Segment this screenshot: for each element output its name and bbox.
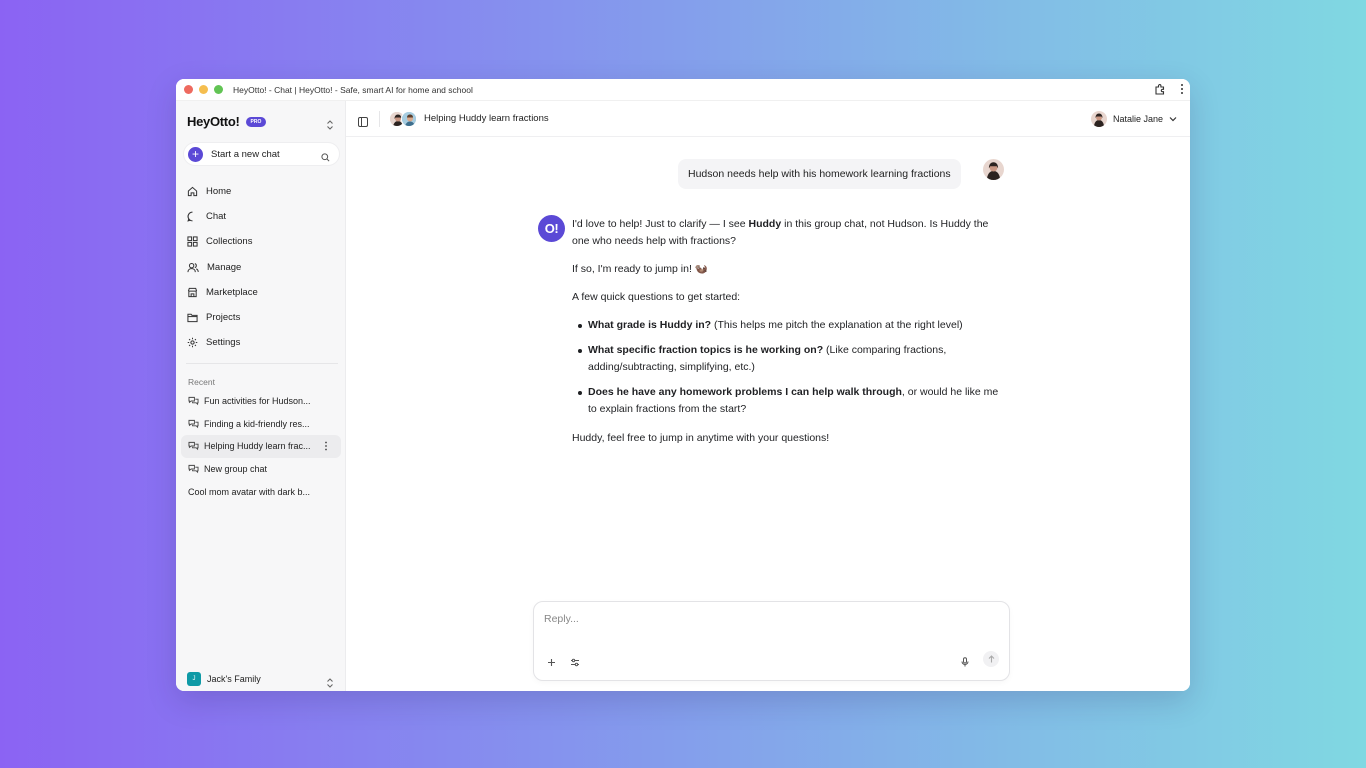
family-switcher[interactable]: J Jack's Family — [187, 672, 261, 686]
question-item: Does he have any homework problems I can… — [572, 384, 1007, 418]
question-item: What specific fraction topics is he work… — [572, 342, 1007, 376]
user-name: Natalie Jane — [1112, 114, 1163, 124]
browser-window: HeyOtto! - Chat | HeyOtto! - Safe, smart… — [176, 79, 1190, 691]
send-button[interactable] — [983, 651, 999, 667]
users-icon — [187, 262, 199, 272]
recent-heading: Recent — [188, 377, 215, 387]
chat-main: Helping Huddy learn fractions Natalie Ja… — [346, 101, 1190, 691]
group-chat-icon — [188, 397, 199, 406]
arrow-up-icon — [988, 655, 994, 663]
reply-input[interactable] — [544, 613, 984, 625]
recent-chat-label: Finding a kid-friendly res... — [204, 418, 310, 429]
nav-item-collections[interactable]: Collections — [187, 229, 258, 254]
close-window-button[interactable] — [184, 85, 193, 94]
recent-chats-list: Fun activities for Hudson... Finding a k… — [181, 390, 341, 503]
maximize-window-button[interactable] — [214, 85, 223, 94]
new-chat-label: Start a new chat — [211, 148, 280, 160]
group-chat-icon — [188, 419, 199, 429]
text-run: I'd love to help! Just to clarify — I se… — [572, 218, 749, 230]
workspace-switcher-icon[interactable] — [326, 117, 334, 135]
nav-label: Home — [206, 186, 232, 198]
user-avatar — [1090, 111, 1107, 127]
chat-header: Helping Huddy learn fractions Natalie Ja… — [346, 101, 1190, 137]
assistant-avatar: O! — [538, 215, 565, 242]
options-sliders-icon[interactable] — [570, 654, 580, 672]
browser-menu-icon[interactable] — [1180, 83, 1184, 95]
sidebar: HeyOtto! PRO + Start a new chat Home Cha… — [176, 101, 346, 691]
nav-item-chat[interactable]: Chat — [187, 204, 258, 229]
pro-badge: PRO — [245, 116, 267, 127]
header-divider — [379, 111, 380, 127]
store-icon — [187, 287, 198, 297]
chat-icon — [187, 211, 193, 222]
recent-chat-item[interactable]: Finding a kid-friendly res... — [181, 413, 341, 436]
nav-item-settings[interactable]: Settings — [187, 330, 258, 355]
assistant-paragraph: I'd love to help! Just to clarify — I se… — [572, 216, 1007, 250]
question-list: What grade is Huddy in? (This helps me p… — [572, 317, 1007, 418]
recent-chat-item-active[interactable]: Helping Huddy learn frac... — [181, 435, 341, 458]
group-chat-icon — [188, 442, 199, 451]
message-author-avatar — [983, 159, 1004, 180]
recent-chat-item[interactable]: New group chat — [181, 458, 341, 481]
chat-title: Helping Huddy learn fractions — [424, 113, 549, 124]
microphone-icon[interactable] — [961, 654, 969, 672]
family-switcher-icon[interactable] — [326, 675, 334, 691]
nav-item-home[interactable]: Home — [187, 179, 258, 204]
recent-chat-label: Cool mom avatar with dark b... — [188, 486, 311, 497]
user-message-text: Hudson needs help with his homework lear… — [688, 168, 951, 180]
attach-plus-icon[interactable] — [547, 654, 556, 672]
group-chat-icon — [188, 464, 199, 474]
new-chat-button[interactable]: + Start a new chat — [184, 143, 339, 165]
plus-icon: + — [188, 146, 203, 162]
minimize-window-button[interactable] — [199, 85, 208, 94]
question-bold: Does he have any homework problems I can… — [588, 386, 902, 398]
toggle-sidebar-icon[interactable] — [358, 114, 368, 132]
question-rest: (This helps me pitch the explanation at … — [711, 319, 963, 331]
window-title: HeyOtto! - Chat | HeyOtto! - Safe, smart… — [233, 84, 473, 95]
family-name: Jack's Family — [207, 674, 261, 684]
extensions-icon[interactable] — [1154, 83, 1166, 95]
gear-icon — [187, 337, 198, 348]
more-options-icon[interactable] — [324, 441, 333, 453]
folder-icon — [187, 313, 198, 323]
recent-chat-label: Helping Huddy learn frac... — [204, 441, 311, 452]
user-message-bubble: Hudson needs help with his homework lear… — [678, 159, 961, 189]
search-icon[interactable] — [321, 149, 330, 167]
nav-label: Settings — [206, 337, 241, 349]
family-avatar: J — [187, 672, 201, 686]
assistant-paragraph: Huddy, feel free to jump in anytime with… — [572, 432, 830, 444]
nav-item-marketplace[interactable]: Marketplace — [187, 280, 258, 305]
brand-name: HeyOtto! — [187, 114, 240, 129]
text-run-bold: Huddy — [748, 218, 782, 230]
nav-label: Manage — [207, 261, 242, 273]
nav-label: Marketplace — [206, 286, 258, 298]
question-bold: What grade is Huddy in? — [588, 319, 712, 331]
assistant-paragraph: A few quick questions to get started: — [572, 291, 741, 303]
question-item: What grade is Huddy in? (This helps me p… — [572, 317, 1007, 334]
reply-composer — [533, 601, 1010, 681]
recent-chat-label: Fun activities for Hudson... — [204, 396, 311, 407]
recent-chat-label: New group chat — [204, 464, 268, 475]
nav-item-projects[interactable]: Projects — [187, 305, 258, 330]
sidebar-divider — [186, 363, 338, 364]
recent-chat-item[interactable]: Cool mom avatar with dark b... — [181, 480, 341, 503]
assistant-message: I'd love to help! Just to clarify — I se… — [572, 216, 1007, 458]
member-avatar — [401, 111, 417, 127]
user-menu[interactable]: Natalie Jane — [1090, 111, 1177, 127]
collections-icon — [187, 236, 198, 248]
nav-label: Collections — [206, 236, 253, 248]
nav-item-manage[interactable]: Manage — [187, 255, 258, 280]
group-avatars[interactable] — [389, 111, 419, 127]
question-bold: What specific fraction topics is he work… — [588, 344, 824, 356]
home-icon — [187, 186, 198, 197]
main-nav: Home Chat Collections Manage Marketplace… — [187, 179, 258, 355]
brand[interactable]: HeyOtto! PRO — [187, 114, 267, 129]
assistant-paragraph: If so, I'm ready to jump in! 🦦 — [572, 263, 708, 275]
title-bar: HeyOtto! - Chat | HeyOtto! - Safe, smart… — [176, 79, 1190, 101]
chevron-down-icon — [1169, 117, 1177, 122]
nav-label: Chat — [206, 211, 227, 223]
nav-label: Projects — [206, 312, 241, 324]
recent-chat-item[interactable]: Fun activities for Hudson... — [181, 390, 341, 413]
